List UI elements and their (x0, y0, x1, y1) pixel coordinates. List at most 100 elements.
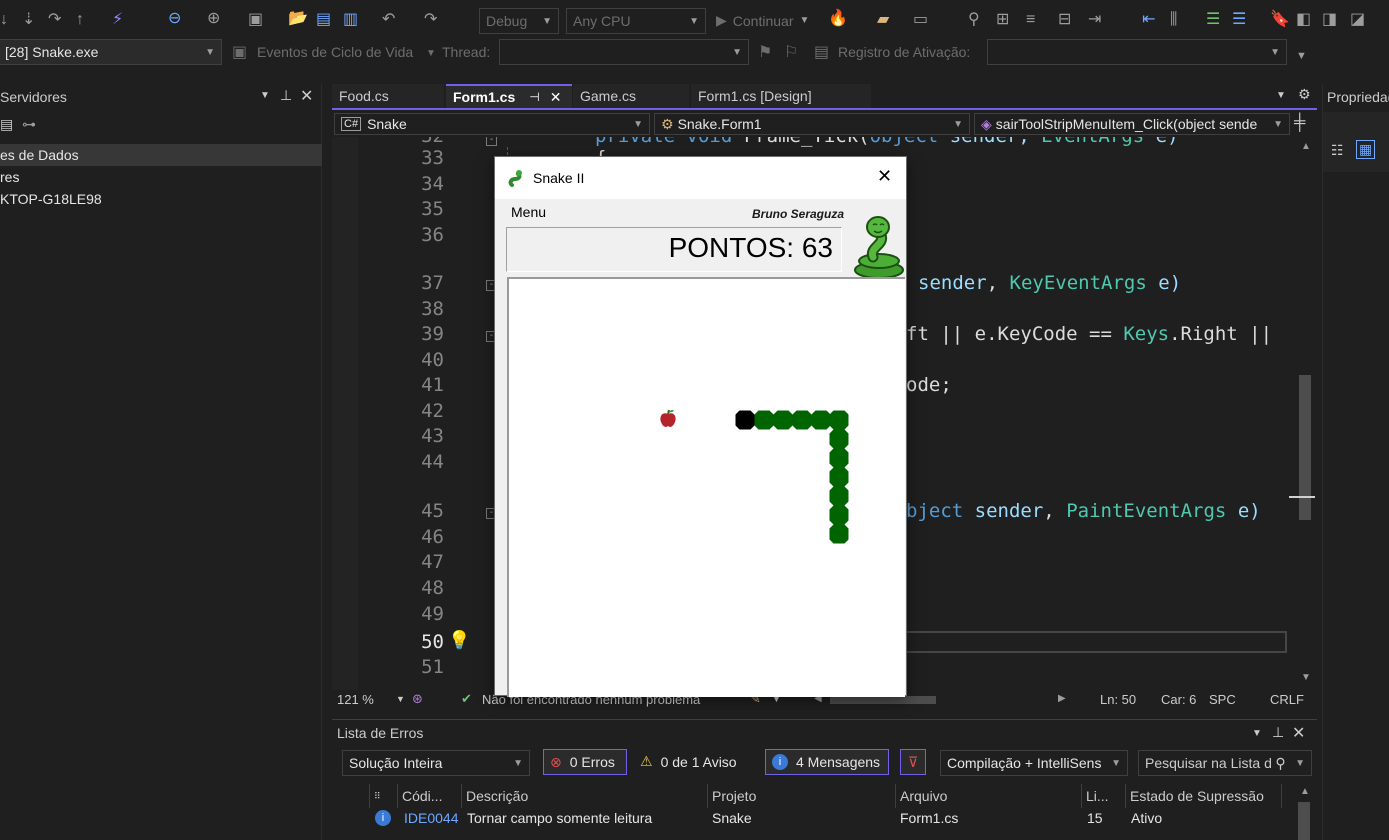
diff-icon[interactable]: ⊟ (1058, 12, 1071, 28)
scroll-thumb[interactable] (1299, 375, 1311, 520)
hot-reload-icon[interactable]: 🔥 (828, 11, 848, 27)
tree-item-desktop[interactable]: KTOP-G18LE98 (0, 188, 322, 210)
editor-vertical-scrollbar[interactable]: ▲ ▼ (1289, 137, 1317, 690)
outdent-icon[interactable]: ⇤ (1142, 12, 1155, 28)
connect-server-icon[interactable]: ⊶ (22, 116, 36, 133)
tab-form1-cs[interactable]: Form1.cs ⊣ ✕ (446, 84, 572, 108)
property-pages-icon[interactable]: ▦ (1356, 140, 1376, 159)
align-left-icon[interactable]: ☰ (1206, 12, 1220, 28)
errors-filter-button[interactable]: ⊗ 0 Erros (543, 749, 627, 775)
scroll-right-icon[interactable]: ▶ (1058, 693, 1066, 704)
platform-select[interactable]: Any CPU ▼ (566, 8, 706, 34)
process-select[interactable]: [28] Snake.exe ▼ (0, 39, 222, 65)
activation-log-select[interactable]: ▼ (987, 39, 1287, 65)
zoom-level[interactable]: 121 % (337, 692, 374, 707)
error-search-input[interactable]: Pesquisar na Lista d ⚲ ▼ (1138, 750, 1312, 776)
flag-icon[interactable]: ⚑ (758, 45, 772, 61)
close-icon[interactable]: ✕ (550, 89, 562, 106)
window-layout-icon[interactable]: ▭ (913, 12, 928, 28)
cursor-line[interactable]: Ln: 50 (1100, 692, 1136, 707)
column-header-suppression[interactable]: Estado de Supressão (1126, 784, 1282, 808)
error-code-link[interactable]: IDE0044 (404, 810, 458, 826)
column-header-code[interactable]: Códi... (398, 784, 462, 808)
scroll-down-icon[interactable]: ▼ (1301, 672, 1311, 683)
comment-icon[interactable]: ≡ (1026, 12, 1035, 28)
column-header-file[interactable]: Arquivo (896, 784, 1082, 808)
chevron-down-icon[interactable]: ▼ (260, 90, 270, 101)
tab-game-cs[interactable]: Game.cs (573, 84, 689, 108)
configuration-select[interactable]: Debug ▼ (479, 8, 559, 34)
navigate-back-icon[interactable]: ⊖ (168, 11, 181, 27)
columns-icon[interactable]: ⫼ (1170, 12, 1177, 28)
fold-marker-icon[interactable]: - (486, 137, 497, 146)
line-ending[interactable]: CRLF (1270, 692, 1304, 707)
window-titlebar[interactable]: Snake II ✕ (495, 157, 906, 199)
navigate-forward-icon[interactable]: ⊕ (207, 11, 220, 27)
split-view-icon[interactable]: ╪ (1294, 114, 1305, 132)
bookmark-next-icon[interactable]: ◨ (1322, 12, 1337, 28)
bookmark-prev-icon[interactable]: ◧ (1296, 12, 1311, 28)
build-filter-select[interactable]: Compilação + IntelliSens ▼ (940, 750, 1128, 776)
warnings-filter-button[interactable]: ⚠ 0 de 1 Aviso (640, 753, 737, 770)
game-board[interactable] (507, 277, 905, 697)
filter-button[interactable]: ⊽ (900, 749, 926, 775)
stack-icon[interactable]: ▤ (814, 45, 829, 61)
chevron-down-icon[interactable]: ▼ (1252, 728, 1262, 739)
diagnostics-icon[interactable]: ⚡ (112, 12, 123, 28)
refresh-icon[interactable]: ▤ (0, 116, 13, 133)
scroll-up-icon[interactable]: ▲ (1301, 141, 1311, 152)
folder-icon[interactable]: ▰ (877, 12, 889, 28)
member-select[interactable]: ◈ sairToolStripMenuItem_Click(object sen… (974, 113, 1290, 135)
close-icon[interactable]: ✕ (300, 86, 313, 106)
new-project-icon[interactable]: ▣ (248, 12, 263, 28)
cursor-column[interactable]: Car: 6 (1161, 692, 1196, 707)
bookmark-icon[interactable]: 🔖 (1270, 12, 1290, 28)
scroll-up-icon[interactable]: ▲ (1300, 786, 1310, 797)
lifecycle-events-label[interactable]: Eventos de Ciclo de Vida (257, 44, 413, 60)
continue-button[interactable]: ▶ Continuar ▼ (716, 12, 809, 29)
step-out-icon[interactable]: ↑ (76, 12, 84, 28)
save-icon[interactable]: ▤ (316, 12, 331, 28)
align-right-icon[interactable]: ☰ (1232, 12, 1246, 28)
column-header-line[interactable]: Li... (1082, 784, 1126, 808)
gear-icon[interactable]: ⚙ (1298, 86, 1311, 103)
search-key-icon[interactable]: ⚲ (968, 12, 980, 28)
window-close-button[interactable]: ✕ (877, 166, 892, 187)
pin-icon[interactable]: ⊥ (280, 87, 292, 104)
pin-icon[interactable]: ⊥ (1272, 724, 1284, 741)
flag-threads-icon[interactable]: ⚐ (784, 45, 798, 61)
tab-food-cs[interactable]: Food.cs (332, 84, 444, 108)
thread-select[interactable]: ▼ (499, 39, 749, 65)
column-header-project[interactable]: Projeto (708, 784, 896, 808)
step-over-icon[interactable]: ↓ (0, 12, 8, 28)
toolbar-overflow-icon[interactable]: ▼ (1296, 48, 1307, 64)
step-redo-icon[interactable]: ↷ (48, 12, 61, 28)
format-icon[interactable]: ⊞ (996, 12, 1009, 28)
save-all-icon[interactable]: ▥ (343, 12, 358, 28)
project-select[interactable]: C# Snake ▼ (334, 113, 650, 135)
bookmark-clear-icon[interactable]: ◪ (1350, 12, 1365, 28)
categorized-icon[interactable]: ☷ (1331, 142, 1344, 159)
tree-item-servers[interactable]: res (0, 166, 322, 188)
copilot-icon[interactable]: ⊛ (412, 691, 423, 707)
column-header-description[interactable]: Descrição (462, 784, 708, 808)
indent-icon[interactable]: ⇥ (1088, 12, 1101, 28)
scroll-thumb[interactable] (1298, 802, 1310, 840)
column-header-blank[interactable]: ⠿ (370, 784, 398, 808)
open-folder-icon[interactable]: 📂 (288, 11, 308, 27)
whitespace-mode[interactable]: SPC (1209, 692, 1236, 707)
column-header-category[interactable] (334, 784, 370, 808)
class-select[interactable]: ⚙ Snake.Form1 ▼ (654, 113, 970, 135)
undo-icon[interactable]: ↶ (382, 12, 395, 28)
table-row[interactable]: i IDE0044 Tornar campo somente leitura S… (332, 808, 1292, 830)
tree-item-data-connections[interactable]: es de Dados (0, 144, 322, 166)
step-into-icon[interactable]: ⇣ (22, 12, 35, 28)
redo-icon[interactable]: ↷ (424, 12, 437, 28)
pin-icon[interactable]: ⊣ (529, 90, 539, 104)
scope-select[interactable]: Solução Inteira ▼ (342, 750, 530, 776)
chevron-down-icon[interactable]: ▼ (396, 694, 405, 704)
messages-filter-button[interactable]: i 4 Mensagens (765, 749, 889, 775)
tab-list-dropdown-icon[interactable]: ▼ (1276, 90, 1286, 101)
menu-item-menu[interactable]: Menu (511, 204, 546, 220)
tab-form1-design[interactable]: Form1.cs [Design] (691, 84, 871, 108)
